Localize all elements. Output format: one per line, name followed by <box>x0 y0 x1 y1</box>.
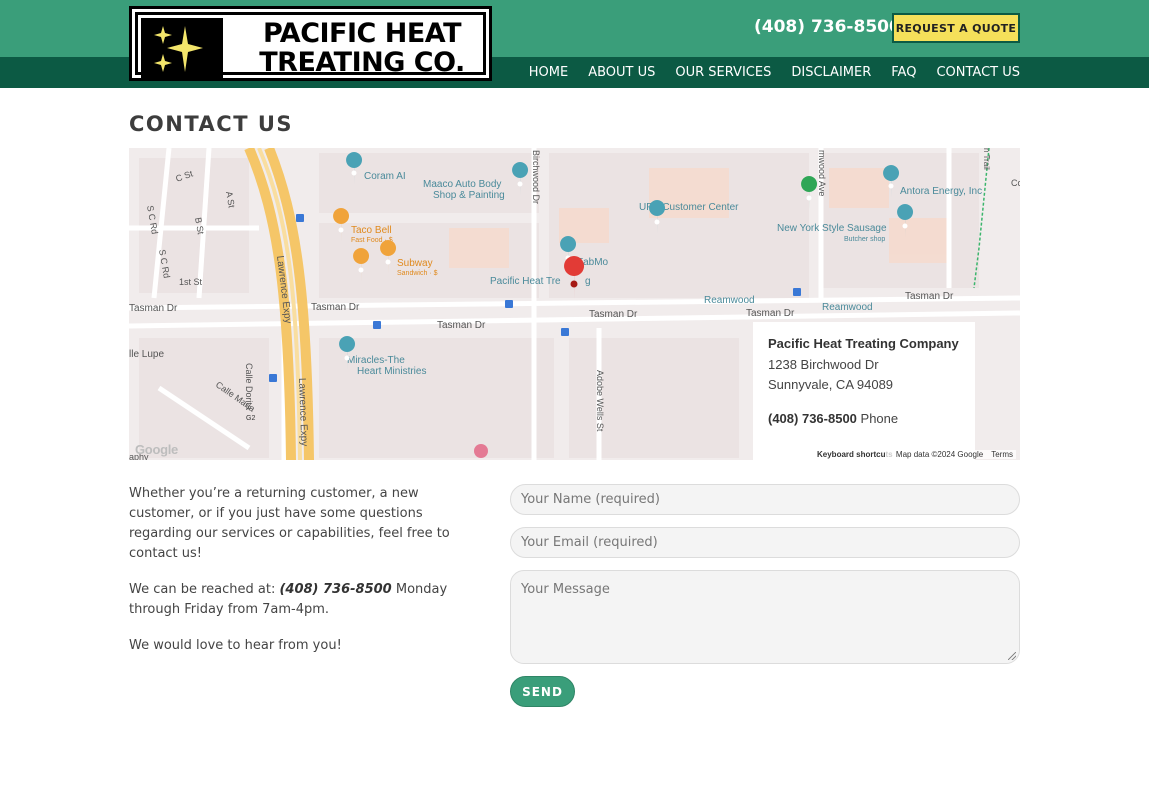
business-address-2: Sunnyvale, CA 94089 <box>768 377 894 392</box>
logo-frame: PACIFIC HEAT TREATING CO. <box>135 12 486 81</box>
label-subway: Subway <box>397 258 433 269</box>
name-placeholder: Your Name (required) <box>521 492 660 507</box>
map-data-text: Map data ©2024 Google <box>895 450 984 459</box>
label-reamwood-2: Reamwood <box>822 302 873 313</box>
label-calle-dorita: Calle Dorita <box>244 363 254 410</box>
nav-disclaimer[interactable]: DISCLAIMER <box>791 65 871 80</box>
label-birchwood: Birchwood Dr <box>531 150 541 204</box>
label-ny-sausage: New York Style Sausage <box>777 223 887 234</box>
embedded-map[interactable]: Coram AI Maaco Auto Body Shop & Painting… <box>129 148 1020 460</box>
label-pht: Pacific Heat Tre <box>490 276 561 287</box>
reach-phone[interactable]: (408) 736-8500 <box>279 582 391 597</box>
reach-paragraph: We can be reached at: (408) 736-8500 Mon… <box>129 580 484 620</box>
label-taco-bell: Taco Bell <box>351 225 392 236</box>
label-maaco-2: Shop & Painting <box>433 190 505 201</box>
logo-line-1: PACIFIC HEAT <box>262 18 462 49</box>
closing-paragraph: We would love to hear from you! <box>129 638 342 653</box>
business-name: Pacific Heat Treating Company <box>768 336 959 351</box>
main-nav: HOME ABOUT US OUR SERVICES DISCLAIMER FA… <box>509 57 1020 88</box>
logo-wordmark: PACIFIC HEAT TREATING CO. <box>232 19 492 77</box>
label-miracles-1: Miracles-The <box>347 355 405 366</box>
resize-grip-icon[interactable] <box>1008 652 1016 660</box>
terms-link[interactable]: Terms <box>991 450 1013 459</box>
page-title: CONTACT US <box>129 112 294 136</box>
map-attribution: Map data ©2024 Google Terms <box>884 450 1016 459</box>
label-1st-st: 1st St <box>179 277 203 287</box>
label-tasman-1: Tasman Dr <box>129 303 178 314</box>
business-phone-number[interactable]: (408) 736-8500 <box>768 411 857 426</box>
label-coram: Coram AI <box>364 171 406 182</box>
business-phone: (408) 736-8500 Phone <box>768 411 960 426</box>
reach-pre: We can be reached at: <box>129 582 280 597</box>
nav-faq[interactable]: FAQ <box>891 65 916 80</box>
label-sandwich: Sandwich · $ <box>397 270 438 277</box>
label-tasman-2: Tasman Dr <box>311 302 360 313</box>
label-antora: Antora Energy, Inc <box>900 186 982 197</box>
site-logo[interactable]: PACIFIC HEAT TREATING CO. <box>129 6 492 81</box>
bottom-pink-pin[interactable] <box>474 444 488 458</box>
sparkle-icon <box>141 18 223 81</box>
nav-contact-us[interactable]: CONTACT US <box>936 65 1020 80</box>
message-placeholder: Your Message <box>521 582 610 597</box>
send-button[interactable]: SEND <box>510 676 575 707</box>
business-phone-suffix: Phone <box>856 411 899 426</box>
label-tasman-3: Tasman Dr <box>437 320 486 331</box>
label-tasman-5: Tasman Dr <box>746 308 795 319</box>
business-address-1: 1238 Birchwood Dr <box>768 357 879 372</box>
label-tasman-6: Tasman Dr <box>905 291 954 302</box>
google-logo: Google <box>135 442 178 457</box>
name-field[interactable]: Your Name (required) <box>510 484 1020 515</box>
label-adobe: Adobe Wells St <box>595 370 605 432</box>
request-quote-button[interactable]: REQUEST A QUOTE <box>892 13 1020 43</box>
label-miracles-2: Heart Ministries <box>357 366 426 377</box>
map-info-card: Pacific Heat Treating Company 1238 Birch… <box>753 322 975 460</box>
label-pht-tail: g <box>585 276 591 287</box>
label-butcher: Butcher shop <box>844 236 885 243</box>
message-field[interactable]: Your Message <box>510 570 1020 664</box>
label-lupe: lle Lupe <box>129 349 164 360</box>
logo-line-2: TREATING CO. <box>259 47 465 78</box>
label-g2: G2 <box>246 415 255 422</box>
nav-about-us[interactable]: ABOUT US <box>588 65 655 80</box>
intro-paragraph: Whether you’re a returning customer, a n… <box>129 486 450 561</box>
label-reamwood-1: Reamwood <box>704 295 755 306</box>
keyboard-shortcuts-link[interactable]: Keyboard shortcuts <box>817 450 893 459</box>
label-trail: n Trail <box>982 148 991 170</box>
label-co: Co <box>1011 178 1020 188</box>
contact-copy: Whether you’re a returning customer, a n… <box>129 484 484 672</box>
label-tasman-4: Tasman Dr <box>589 309 638 320</box>
email-field[interactable]: Your Email (required) <box>510 527 1020 558</box>
nav-home[interactable]: HOME <box>529 65 568 80</box>
label-maaco-1: Maaco Auto Body <box>423 179 501 190</box>
label-wood-ave: mwood Ave <box>817 150 827 196</box>
email-placeholder: Your Email (required) <box>521 535 658 550</box>
nav-our-services[interactable]: OUR SERVICES <box>675 65 771 80</box>
header-phone[interactable]: (408) 736-8500 <box>754 17 901 37</box>
